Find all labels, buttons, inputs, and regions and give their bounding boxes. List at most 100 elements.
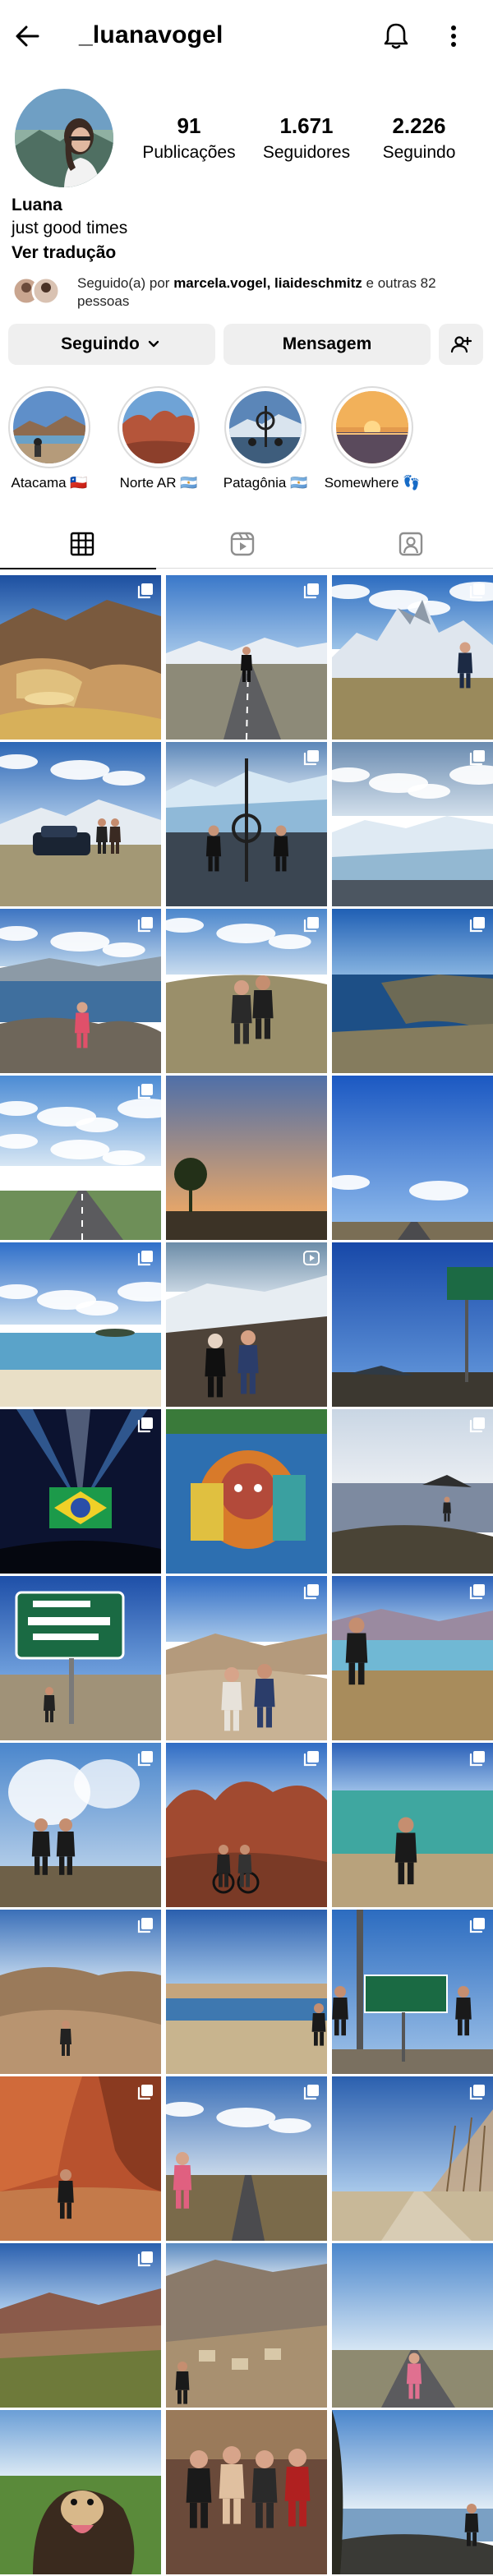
highlight-cover-image (122, 391, 195, 463)
post-thumbnail[interactable] (332, 2410, 493, 2574)
post-thumbnail[interactable] (0, 2243, 161, 2408)
post-image (0, 909, 161, 1073)
multiple-photos-icon (137, 1417, 153, 1433)
profile-avatar[interactable] (15, 89, 113, 187)
multiple-photos-icon (469, 1751, 485, 1767)
post-thumbnail[interactable] (166, 2410, 327, 2574)
post-thumbnail[interactable] (0, 2410, 161, 2574)
post-image (166, 2243, 327, 2408)
post-thumbnail[interactable] (332, 1242, 493, 1407)
post-image (332, 2410, 493, 2574)
followed-by-users[interactable]: marcela.vogel, liaideschmitz (173, 275, 362, 291)
highlight-norte-ar[interactable]: Norte AR 🇦🇷 (109, 386, 208, 491)
highlight-atacama[interactable]: Atacama 🇨🇱 (0, 386, 99, 491)
arrow-left-icon (16, 25, 39, 47)
post-thumbnail[interactable] (332, 1576, 493, 1740)
post-image (332, 742, 493, 906)
post-thumbnail[interactable] (0, 1743, 161, 1907)
multiple-photos-icon (137, 2085, 153, 2100)
post-thumbnail[interactable] (166, 1076, 327, 1240)
post-thumbnail[interactable] (0, 1409, 161, 1574)
post-thumbnail[interactable] (0, 909, 161, 1073)
multiple-photos-icon (303, 1751, 319, 1767)
grid-icon (70, 532, 94, 556)
post-thumbnail[interactable] (332, 1076, 493, 1240)
profile-username: _luanavogel (79, 21, 223, 48)
post-thumbnail[interactable] (0, 575, 161, 740)
translate-link[interactable]: Ver tradução (12, 243, 116, 263)
post-thumbnail[interactable] (0, 1910, 161, 2074)
followed-by-text[interactable]: Seguido(a) por marcela.vogel, liaideschm… (77, 274, 488, 311)
post-thumbnail[interactable] (166, 1409, 327, 1574)
more-options-button[interactable] (437, 18, 470, 54)
highlight-cover (122, 391, 195, 463)
story-highlights: Atacama 🇨🇱 Norte AR 🇦🇷 Patagônia 🇦🇷 Some… (0, 386, 493, 501)
stat-following[interactable]: 2.226 Seguindo (366, 113, 472, 164)
highlight-patagonia[interactable]: Patagônia 🇦🇷 (216, 386, 315, 491)
notifications-button[interactable] (378, 18, 414, 54)
post-image (332, 1576, 493, 1740)
post-thumbnail[interactable] (0, 1076, 161, 1240)
following-button[interactable]: Seguindo (8, 324, 215, 365)
multiple-photos-icon (469, 750, 485, 766)
post-thumbnail[interactable] (166, 1910, 327, 2074)
post-thumbnail[interactable] (332, 575, 493, 740)
stat-posts-label: Publicações (142, 143, 236, 162)
post-image (0, 1409, 161, 1574)
post-thumbnail[interactable] (0, 2076, 161, 2241)
followed-by-avatars[interactable] (12, 274, 69, 307)
highlight-cover (229, 391, 302, 463)
multiple-photos-icon (137, 1084, 153, 1099)
post-image (166, 1409, 327, 1574)
post-image (0, 1076, 161, 1240)
highlight-cover (336, 391, 408, 463)
message-button[interactable]: Mensagem (223, 324, 431, 365)
highlight-somewhere[interactable]: Somewhere 👣 (323, 386, 422, 491)
multiple-photos-icon (137, 583, 153, 599)
post-thumbnail[interactable] (166, 742, 327, 906)
stat-posts[interactable]: 91 Publicações (131, 113, 246, 164)
tab-posts[interactable] (0, 519, 164, 569)
highlight-cover (13, 391, 85, 463)
post-image (0, 1910, 161, 2074)
profile-tabs (0, 519, 493, 569)
back-button[interactable] (10, 18, 46, 54)
multiple-photos-icon (303, 750, 319, 766)
post-thumbnail[interactable] (166, 1743, 327, 1907)
multiple-photos-icon (137, 1251, 153, 1266)
tab-tagged[interactable] (329, 519, 493, 569)
post-thumbnail[interactable] (332, 1409, 493, 1574)
post-thumbnail[interactable] (166, 2243, 327, 2408)
post-thumbnail[interactable] (0, 1576, 161, 1740)
post-image (332, 1910, 493, 2074)
post-thumbnail[interactable] (166, 2076, 327, 2241)
post-image (332, 1409, 493, 1574)
multiple-photos-icon (137, 1918, 153, 1933)
add-person-icon (450, 336, 472, 353)
stat-following-label: Seguindo (382, 143, 456, 162)
post-thumbnail[interactable] (332, 2076, 493, 2241)
tab-reels[interactable] (160, 519, 325, 569)
stat-followers-label: Seguidores (262, 143, 351, 162)
post-thumbnail[interactable] (332, 1743, 493, 1907)
post-thumbnail[interactable] (166, 909, 327, 1073)
post-thumbnail[interactable] (332, 742, 493, 906)
post-thumbnail[interactable] (0, 742, 161, 906)
tagged-icon (399, 532, 423, 556)
bell-icon (384, 23, 408, 49)
multiple-photos-icon (137, 2251, 153, 2267)
post-thumbnail[interactable] (166, 575, 327, 740)
highlight-label: Norte AR 🇦🇷 (119, 475, 198, 491)
post-thumbnail[interactable] (166, 1576, 327, 1740)
post-image (0, 742, 161, 906)
post-thumbnail[interactable] (166, 1242, 327, 1407)
stat-followers[interactable]: 1.671 Seguidores (249, 113, 364, 164)
post-thumbnail[interactable] (332, 2243, 493, 2408)
post-image (0, 2410, 161, 2574)
highlight-cover-image (336, 391, 408, 463)
suggested-people-button[interactable] (439, 324, 483, 365)
post-thumbnail[interactable] (332, 909, 493, 1073)
post-thumbnail[interactable] (0, 1242, 161, 1407)
stat-posts-value: 91 (177, 113, 201, 138)
post-thumbnail[interactable] (332, 1910, 493, 2074)
